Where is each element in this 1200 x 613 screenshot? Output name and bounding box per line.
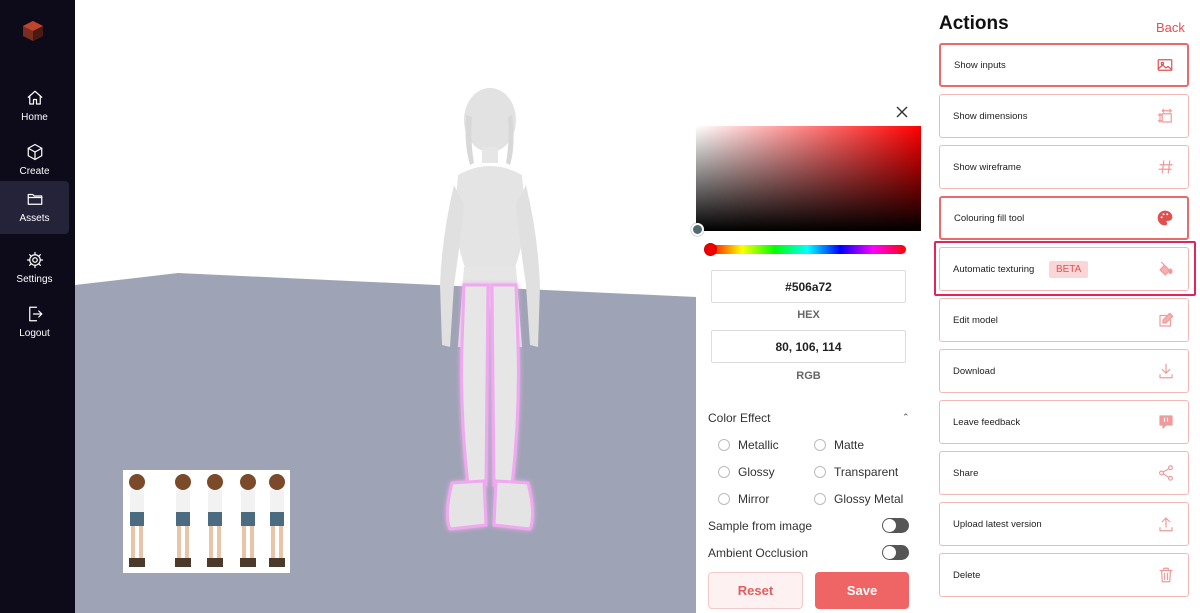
effect-label: Transparent [834,465,899,479]
sidebar-item-logout[interactable]: Logout [0,296,69,349]
share-icon [1159,465,1173,481]
ambient-occlusion-row: Ambient Occlusion [708,545,909,560]
effect-radio-glossy[interactable]: Glossy [718,465,775,479]
sidebar-item-assets[interactable]: Assets [0,181,69,234]
sample-from-image-label: Sample from image [708,518,813,533]
action-label: Show inputs [954,59,1006,71]
toggle-knob [883,519,896,532]
effect-label: Metallic [738,438,779,452]
radio-circle [814,439,826,451]
toggle-knob [883,546,896,559]
save-button[interactable]: Save [815,572,909,609]
app-logo-icon[interactable] [22,20,44,42]
app-root: Home Create Assets Settings Logout #506a… [0,0,1200,613]
download-button[interactable]: Download [939,349,1189,393]
logout-icon [28,306,42,322]
action-label: Upload latest version [953,518,1042,530]
close-icon[interactable] [895,105,909,119]
upload-icon [1159,517,1173,532]
reset-button[interactable]: Reset [708,572,803,609]
delete-button[interactable]: Delete [939,553,1189,597]
sidebar-item-home[interactable]: Home [0,80,69,133]
action-label: Download [953,365,996,377]
ambient-occlusion-toggle[interactable] [882,545,909,560]
action-label: Show dimensions [953,110,1028,122]
radio-circle [814,493,826,505]
action-label: Show wireframe [953,161,1022,173]
sidebar-item-label: Assets [19,213,50,224]
sidebar-item-create[interactable]: Create [0,134,69,187]
hue-slider-handle[interactable] [704,243,717,256]
effect-label: Glossy Metal [834,492,904,506]
image-icon [1157,59,1173,71]
radio-circle [718,466,730,478]
effect-radio-glossy-metal[interactable]: Glossy Metal [814,492,903,506]
actions-title: Actions [939,13,1009,34]
actions-panel: Actions Back Show inputs Show dimensions… [925,0,1200,613]
input-reference-image[interactable] [123,470,290,573]
show-dimensions-button[interactable]: Show dimensions [939,94,1189,138]
paint-bucket-icon [1159,261,1173,276]
hue-slider[interactable] [709,245,906,254]
effect-label: Glossy [738,465,775,479]
automatic-texturing-button[interactable]: Automatic texturing BETA [939,247,1189,291]
leave-feedback-button[interactable]: Leave feedback [939,400,1189,444]
effect-radio-transparent[interactable]: Transparent [814,465,898,479]
home-icon [27,90,42,105]
sidebar-item-label: Settings [16,274,53,285]
sidebar-item-settings[interactable]: Settings [0,242,69,295]
action-label: Leave feedback [953,416,1021,428]
radio-circle [718,439,730,451]
radio-circle [718,493,730,505]
color-picker-panel: #506a72 HEX 80, 106, 114 RGB Color Effec… [691,95,925,613]
trash-icon [1159,567,1173,583]
action-label: Colouring fill tool [954,212,1025,224]
chevron-up-icon[interactable]: ⌃ [902,412,910,423]
action-label: Share [953,467,979,479]
rgb-label: RGB [796,370,821,382]
palette-icon [1157,210,1173,226]
effect-label: Matte [834,438,865,452]
effect-label: Mirror [738,492,770,506]
sidebar-item-label: Logout [19,328,50,339]
edit-model-button[interactable]: Edit model [939,298,1189,342]
edit-icon [1159,312,1174,327]
share-button[interactable]: Share [939,451,1189,495]
colouring-fill-tool-button[interactable]: Colouring fill tool [939,196,1189,240]
show-inputs-button[interactable]: Show inputs [939,43,1189,87]
character-model[interactable] [430,85,550,543]
sample-from-image-row: Sample from image [708,518,909,533]
ambient-occlusion-label: Ambient Occlusion [708,545,809,560]
cube-icon [27,143,42,161]
hex-label: HEX [797,309,820,321]
hex-input[interactable]: #506a72 [711,270,906,303]
effect-radio-mirror[interactable]: Mirror [718,492,769,506]
effect-radio-matte[interactable]: Matte [814,438,864,452]
sidebar-item-label: Create [19,166,50,177]
back-link[interactable]: Back [1156,20,1185,35]
dimensions-icon [1157,108,1172,123]
sample-from-image-toggle[interactable] [882,518,909,533]
sidebar-item-label: Home [21,112,48,123]
sidebar: Home Create Assets Settings Logout [0,0,75,613]
show-wireframe-button[interactable]: Show wireframe [939,145,1189,189]
hash-icon [1158,160,1173,174]
color-effect-title[interactable]: Color Effect [708,411,770,425]
beta-badge: BETA [1048,260,1089,278]
saturation-value-area[interactable] [696,126,921,231]
folder-icon [27,193,42,205]
effect-radio-metallic[interactable]: Metallic [718,438,779,452]
download-icon [1159,363,1173,379]
saturation-handle[interactable] [691,223,704,236]
model-viewport[interactable] [75,0,696,613]
action-label: Edit model [953,314,998,326]
action-label: Delete [953,569,981,581]
feedback-icon [1159,415,1173,429]
automatic-texturing-label-wrap: Automatic texturing BETA [953,260,1089,278]
gear-icon [26,251,43,269]
upload-latest-version-button[interactable]: Upload latest version [939,502,1189,546]
rgb-input[interactable]: 80, 106, 114 [711,330,906,363]
action-label: Automatic texturing [953,263,1035,275]
radio-circle [814,466,826,478]
